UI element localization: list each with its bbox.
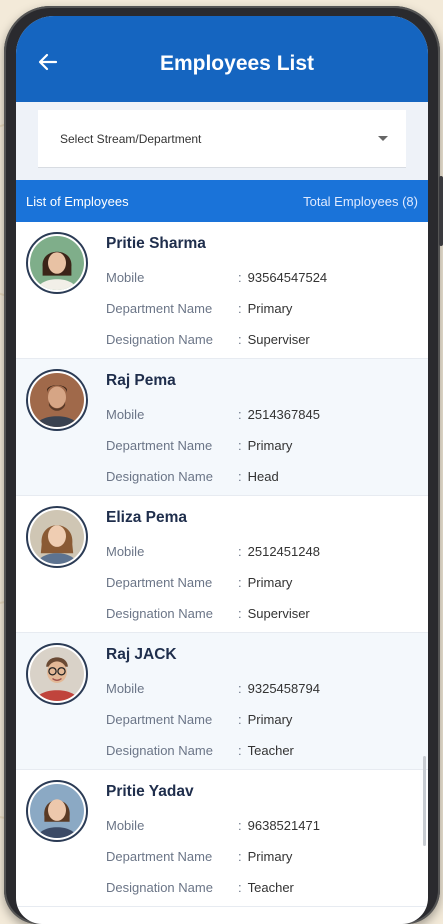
employee-name: Pritie Yadav [106, 783, 194, 800]
app-bar: Employees List [16, 16, 428, 102]
designation-value: Superviser [238, 324, 310, 355]
mobile-value: 93564547524 [238, 262, 328, 293]
avatar-man-icon [30, 373, 84, 427]
employee-card[interactable]: Eliza Pema Mobile 2512451248 Department N… [16, 496, 428, 633]
department-value: Primary [238, 841, 293, 872]
mobile-label: Mobile [106, 681, 145, 696]
app-screen: Employees List Select Stream/Department … [16, 16, 428, 924]
caret-down-icon [378, 136, 388, 141]
total-employees-count: Total Employees (8) [303, 193, 418, 209]
employee-card[interactable]: Raj JACK Mobile 9325458794 Department Nam… [16, 633, 428, 770]
designation-value: Teacher [238, 735, 294, 766]
department-label: Department Name [106, 301, 213, 316]
page-title: Employees List [159, 52, 315, 75]
department-label: Department Name [106, 849, 213, 864]
designation-value: Superviser [238, 598, 310, 629]
avatar-man-glasses-icon [30, 647, 84, 701]
mobile-label: Mobile [106, 270, 145, 285]
avatar[interactable] [26, 369, 88, 431]
avatar[interactable] [26, 506, 88, 568]
employee-card[interactable]: Raj Pema Mobile 2514367845 Department Nam… [16, 359, 428, 496]
avatar-woman-icon [30, 236, 84, 290]
list-header: List of Employees Total Employees (8) [16, 180, 428, 222]
mobile-value: 9638521471 [238, 810, 320, 841]
employee-name: Raj JACK [106, 646, 177, 663]
avatar[interactable] [26, 643, 88, 705]
avatar[interactable] [26, 780, 88, 842]
department-value: Primary [238, 293, 293, 324]
employee-name: Eliza Pema [106, 509, 187, 526]
department-value: Primary [238, 567, 293, 598]
list-title: List of Employees [26, 193, 129, 209]
department-select[interactable]: Select Stream/Department [38, 110, 406, 168]
department-label: Department Name [106, 438, 213, 453]
avatar-woman-icon [30, 784, 84, 838]
mobile-label: Mobile [106, 818, 145, 833]
filter-area: Select Stream/Department [16, 102, 428, 180]
mobile-label: Mobile [106, 544, 145, 559]
employee-card[interactable]: Pritie Yadav Mobile 9638521471 Department… [16, 770, 428, 907]
mobile-value: 2514367845 [238, 399, 320, 430]
designation-label: Designation Name [106, 880, 213, 895]
avatar-woman-icon [30, 510, 84, 564]
avatar[interactable] [26, 232, 88, 294]
back-arrow-icon[interactable] [36, 50, 60, 74]
department-label: Department Name [106, 712, 213, 727]
department-value: Primary [238, 430, 293, 461]
designation-value: Teacher [238, 872, 294, 903]
scrollbar-thumb[interactable] [423, 756, 426, 846]
designation-label: Designation Name [106, 606, 213, 621]
mobile-label: Mobile [106, 407, 145, 422]
designation-label: Designation Name [106, 469, 213, 484]
designation-label: Designation Name [106, 332, 213, 347]
mobile-value: 9325458794 [238, 673, 320, 704]
designation-value: Head [238, 461, 279, 492]
designation-label: Designation Name [106, 743, 213, 758]
department-select-placeholder: Select Stream/Department [60, 131, 202, 146]
department-value: Primary [238, 704, 293, 735]
department-label: Department Name [106, 575, 213, 590]
employee-name: Raj Pema [106, 372, 176, 389]
employee-name: Pritie Sharma [106, 235, 206, 252]
employee-card[interactable]: Pritie Sharma Mobile 93564547524 Departme… [16, 222, 428, 359]
phone-frame: Employees List Select Stream/Department … [4, 6, 443, 924]
employee-list: Pritie Sharma Mobile 93564547524 Departme… [16, 222, 428, 907]
mobile-value: 2512451248 [238, 536, 320, 567]
